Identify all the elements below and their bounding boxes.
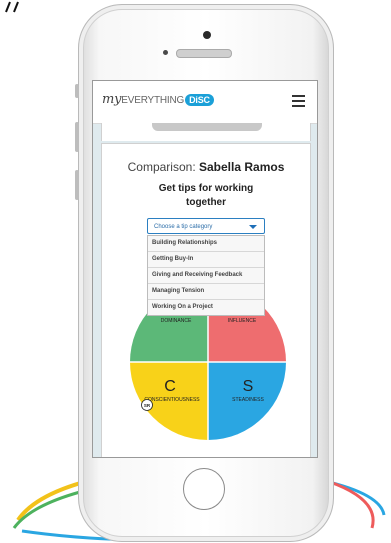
screen: myEVERYTHING DiSC Comparison: Sabella Ram… [92,80,318,458]
brand-disc: DiSC [185,94,214,106]
wheel-d-label: DOMINANCE [161,318,192,324]
menu-item-working-on-project[interactable]: Working On a Project [148,300,264,315]
brand-word: EVERYTHING [121,95,185,106]
volume-up-button [75,122,79,152]
sensor [163,50,168,55]
wheel-s-label: STEADINESS [232,397,264,403]
brand-prefix: my [102,92,122,107]
comparison-label: Comparison: [127,160,196,174]
previous-card-tab [152,123,262,131]
mute-switch [75,84,79,98]
person-marker-label: SR [144,403,151,408]
camera [203,31,211,39]
wheel-i-label: INFLUENCE [228,318,257,324]
chevron-down-icon [249,225,257,229]
home-button[interactable] [183,468,225,510]
speaker-grille [176,49,232,58]
wheel-s-letter: S [243,378,254,395]
brand-logo[interactable]: myEVERYTHING DiSC [102,92,214,107]
stage: myEVERYTHING DiSC Comparison: Sabella Ram… [0,0,391,543]
tip-category-placeholder: Choose a tip category [154,224,213,230]
comparison-name: Sabella Ramos [199,160,285,174]
menu-item-feedback[interactable]: Giving and Receiving Feedback [148,268,264,284]
comparison-card: Comparison: Sabella Ramos Get tips for w… [101,143,311,457]
previous-card [101,123,311,141]
tip-category-select[interactable]: Choose a tip category [147,218,265,234]
wheel-c-letter: C [164,378,176,395]
menu-item-getting-buy-in[interactable]: Getting Buy-In [148,252,264,268]
volume-down-button [75,170,79,200]
hamburger-menu-icon[interactable] [292,95,305,107]
wheel-c-label: CONSCIENTIOUSNESS [144,397,200,403]
tip-category-menu: Building Relationships Getting Buy-In Gi… [147,235,265,316]
menu-item-building-relationships[interactable]: Building Relationships [148,236,264,252]
comparison-heading: Comparison: Sabella Ramos [102,160,310,174]
tips-heading: Get tips for working together [158,183,254,208]
menu-item-managing-tension[interactable]: Managing Tension [148,284,264,300]
app-header: myEVERYTHING DiSC [93,81,317,124]
